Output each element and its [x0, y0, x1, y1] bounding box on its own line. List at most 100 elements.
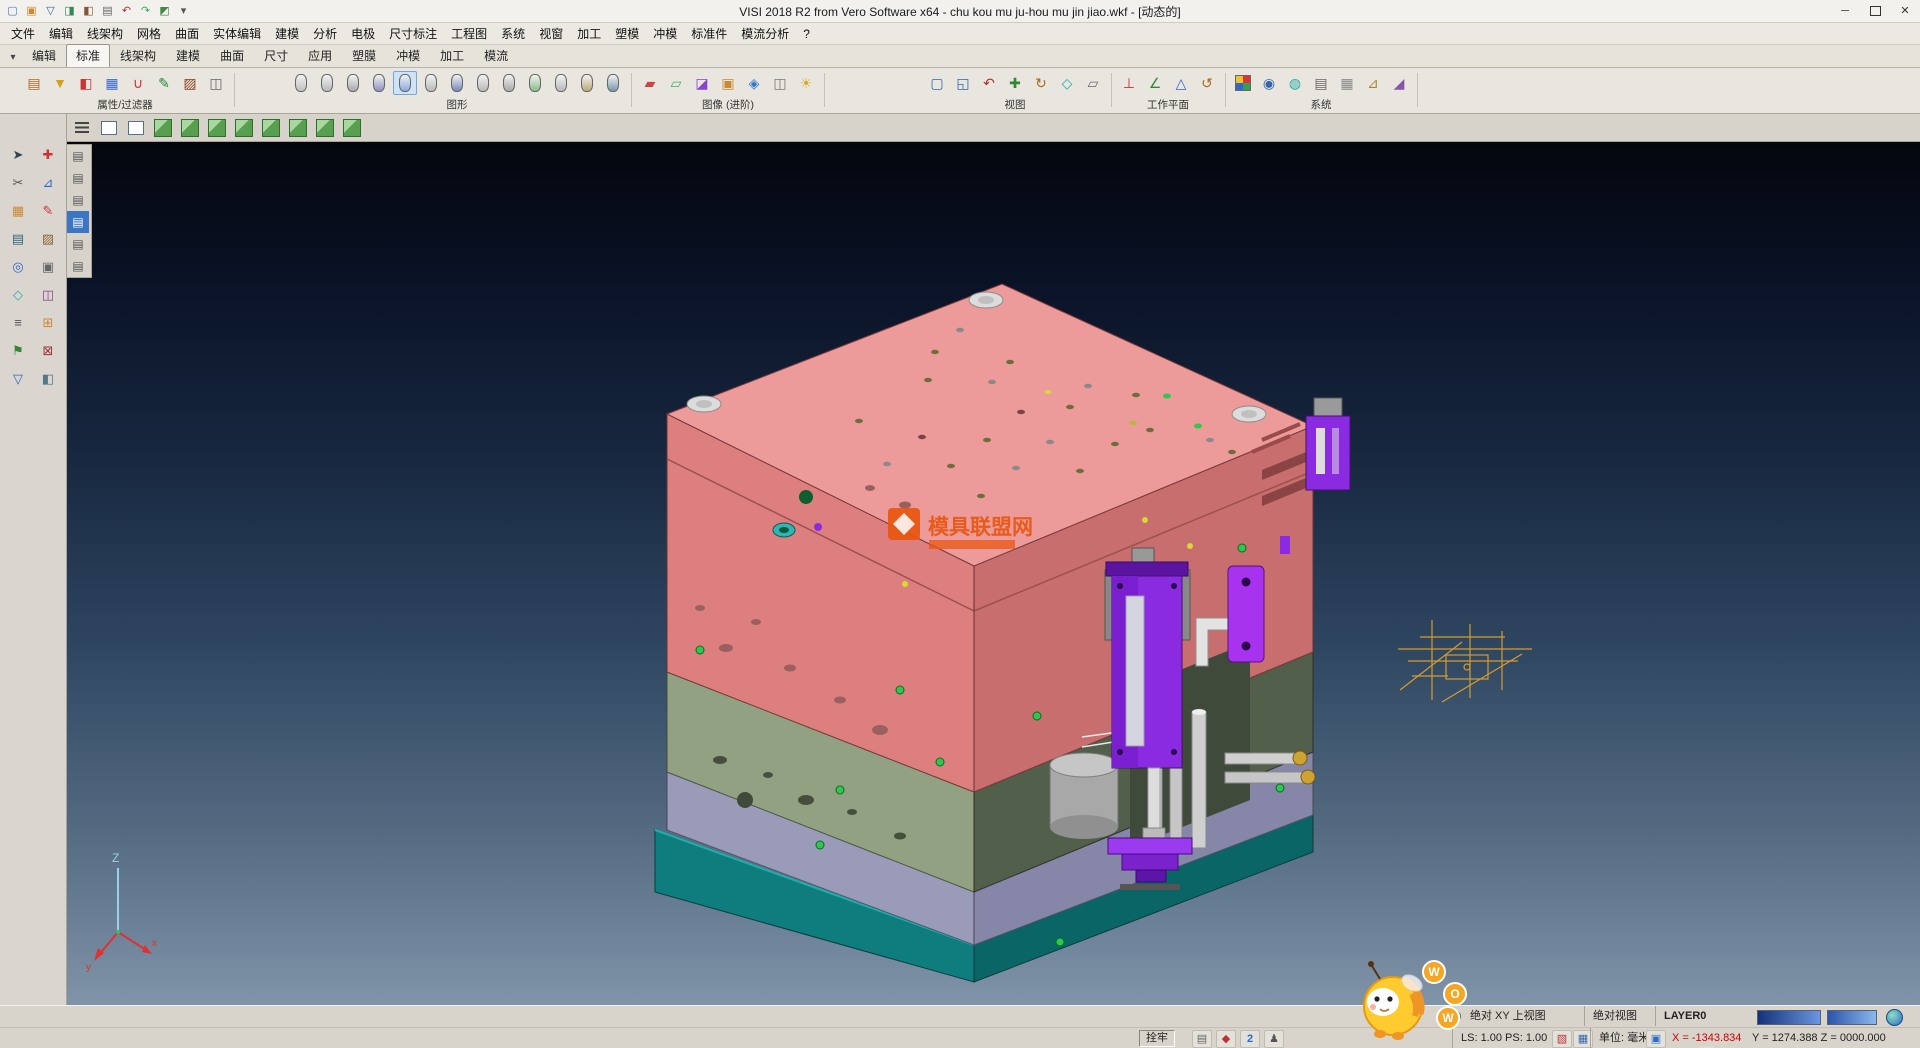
delete-tool-icon[interactable]: ⊠	[37, 340, 59, 362]
graphics-option-icon-10[interactable]	[523, 71, 547, 95]
iso-view-preset-icon[interactable]: ◇	[1055, 71, 1079, 95]
left-view-icon[interactable]	[260, 117, 282, 139]
table-settings-icon[interactable]: ▦	[1335, 71, 1359, 95]
menu-item-5[interactable]: 实体编辑	[206, 25, 268, 42]
active-layer-indicator[interactable]: LAYER0	[1655, 1006, 1706, 1026]
hidden-line-icon[interactable]: ◪	[690, 71, 714, 95]
snapshot-icon[interactable]: ▤	[1192, 1030, 1212, 1048]
lighting-icon[interactable]: ☀	[794, 71, 818, 95]
section-view-icon[interactable]: ◫	[768, 71, 792, 95]
snap-grid-icon[interactable]: ▦	[7, 200, 29, 222]
cube-pair-icon[interactable]: ◩	[156, 3, 173, 20]
grid-plus-icon[interactable]: ⊞	[37, 312, 59, 334]
menu-item-12[interactable]: 视窗	[532, 25, 570, 42]
view-indicator-icon[interactable]: ◎	[1452, 1006, 1462, 1026]
graphics-option-icon-8[interactable]	[471, 71, 495, 95]
toolbar-tab-4[interactable]: 曲面	[210, 44, 254, 67]
menu-item-11[interactable]: 系统	[494, 25, 532, 42]
print-icon[interactable]: ▤	[99, 3, 116, 20]
toolbar-tab-0[interactable]: 编辑	[22, 44, 66, 67]
export-icon[interactable]: ◧	[80, 3, 97, 20]
maximize-button[interactable]	[1860, 1, 1890, 22]
menu-item-4[interactable]: 曲面	[168, 25, 206, 42]
undo-icon[interactable]: ↶	[118, 3, 135, 20]
workplane-reset-icon[interactable]: ↺	[1195, 71, 1219, 95]
select-tool-icon[interactable]: ➤	[7, 144, 29, 166]
workplane-3points-icon[interactable]: △	[1169, 71, 1193, 95]
erase-attributes-icon[interactable]: ◫	[204, 71, 228, 95]
layer-filter-icon[interactable]: ▦	[100, 71, 124, 95]
shaded-render-icon[interactable]: ▰	[638, 71, 662, 95]
add-entity-icon[interactable]: ✚	[37, 144, 59, 166]
toolbar-tab-8[interactable]: 冲模	[386, 44, 430, 67]
graphics-option-icon-4[interactable]	[367, 71, 391, 95]
workplane-angle-icon[interactable]: ∠	[1143, 71, 1167, 95]
front-view-icon[interactable]	[206, 117, 228, 139]
ramp-icon[interactable]: ◢	[1387, 71, 1411, 95]
measure-system-icon[interactable]: ⊿	[1361, 71, 1385, 95]
open-file-icon[interactable]: ▣	[23, 3, 40, 20]
menu-item-14[interactable]: 塑模	[608, 25, 646, 42]
qat-dropdown-icon[interactable]: ▾	[175, 3, 192, 20]
point-tool-icon[interactable]: ◇	[7, 284, 29, 306]
zoom-window-icon[interactable]: ◱	[951, 71, 975, 95]
clipboard-slot-5[interactable]: ▤	[67, 233, 89, 255]
graphics-option-icon-2[interactable]	[315, 71, 339, 95]
clipboard-slot-4[interactable]: ▤	[67, 211, 89, 233]
graphics-option-icon-1[interactable]	[289, 71, 313, 95]
snapshot-render-icon[interactable]: ▣	[716, 71, 740, 95]
menu-item-6[interactable]: 建模	[268, 25, 306, 42]
help-2-icon[interactable]: 2	[1240, 1030, 1260, 1048]
coords-settings-icon[interactable]: ▣	[1646, 1030, 1666, 1048]
viewport-menu-icon[interactable]	[71, 117, 93, 139]
named-views-icon[interactable]: ▱	[1081, 71, 1105, 95]
users-icon[interactable]: ♟	[1264, 1030, 1284, 1048]
single-view-icon[interactable]	[98, 117, 120, 139]
edit-attributes-icon[interactable]: ✎	[152, 71, 176, 95]
dynamic-view-icon[interactable]	[341, 117, 363, 139]
absolute-view-indicator[interactable]: 绝对视图	[1584, 1006, 1637, 1026]
viewport-3d[interactable]: ▤▤▤▤▤▤	[67, 142, 1920, 1005]
menu-item-7[interactable]: 分析	[306, 25, 344, 42]
toolbar-tab-6[interactable]: 应用	[298, 44, 342, 67]
layers-tool-icon[interactable]: ▤	[7, 228, 29, 250]
toolbar-tab-2[interactable]: 线架构	[110, 44, 166, 67]
graphics-option-icon-7[interactable]	[445, 71, 469, 95]
clipboard-slot-6[interactable]: ▤	[67, 255, 89, 277]
toolbar-tab-3[interactable]: 建模	[166, 44, 210, 67]
system-colors-icon[interactable]	[1231, 71, 1255, 95]
flag-tool-icon[interactable]: ⚑	[7, 340, 29, 362]
globe-icon[interactable]	[1886, 1009, 1903, 1026]
wireframe-render-icon[interactable]: ▱	[664, 71, 688, 95]
view-mode-indicator[interactable]: 绝对 XY 上视图	[1470, 1006, 1546, 1026]
toolbar-tab-9[interactable]: 加工	[430, 44, 474, 67]
close-button[interactable]: ✕	[1890, 1, 1920, 22]
filter-funnel-icon[interactable]: ▼	[48, 71, 72, 95]
workplane-xy-icon[interactable]: ⊥	[1117, 71, 1141, 95]
toolbar-tab-1[interactable]: 标准	[66, 44, 110, 67]
graphics-option-icon-13[interactable]	[601, 71, 625, 95]
circle-tool-icon[interactable]: ◎	[7, 256, 29, 278]
graphics-option-icon-11[interactable]	[549, 71, 573, 95]
multi-view-icon[interactable]	[125, 117, 147, 139]
zoom-previous-icon[interactable]: ↶	[977, 71, 1001, 95]
graphics-option-icon-6[interactable]	[419, 71, 443, 95]
list-tool-icon[interactable]: ≡	[7, 312, 29, 334]
rotate-view-icon[interactable]: ↻	[1029, 71, 1053, 95]
menu-item-15[interactable]: 冲模	[646, 25, 684, 42]
menu-item-16[interactable]: 标准件	[684, 25, 734, 42]
hatch-tool-icon[interactable]: ▨	[37, 228, 59, 250]
menu-item-10[interactable]: 工程图	[444, 25, 494, 42]
measure-tool-icon[interactable]: ⊿	[37, 172, 59, 194]
menu-item-1[interactable]: 编辑	[42, 25, 80, 42]
graphics-option-icon-5[interactable]	[393, 71, 417, 95]
dynamic-render-icon[interactable]: ◈	[742, 71, 766, 95]
menu-item-13[interactable]: 加工	[570, 25, 608, 42]
graphics-option-icon-3[interactable]	[341, 71, 365, 95]
menu-item-2[interactable]: 线架构	[80, 25, 130, 42]
menu-item-9[interactable]: 尺寸标注	[382, 25, 444, 42]
magnet-snap-icon[interactable]: ∪	[126, 71, 150, 95]
save-icon[interactable]: ▽	[42, 3, 59, 20]
redo-icon[interactable]: ↷	[137, 3, 154, 20]
iso-view-icon[interactable]	[152, 117, 174, 139]
